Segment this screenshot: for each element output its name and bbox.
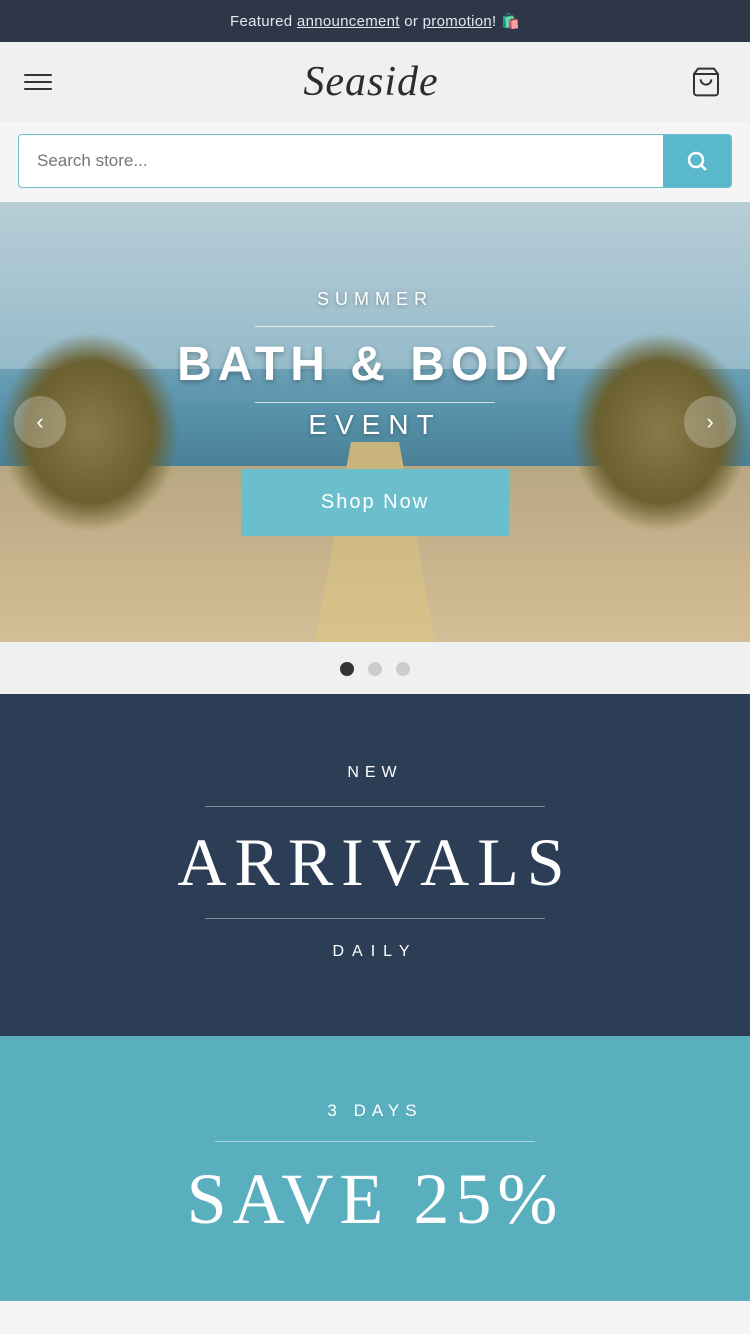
hamburger-line	[24, 81, 52, 83]
carousel-dots	[0, 642, 750, 694]
new-arrivals-title: ARRIVALS	[177, 823, 572, 902]
site-logo[interactable]: Seaside	[303, 58, 438, 106]
new-arrivals-label-bottom: DAILY	[332, 943, 417, 961]
hero-divider-bottom	[255, 402, 495, 403]
carousel-dot-3[interactable]	[396, 662, 410, 676]
announcement-link2[interactable]: promotion	[423, 13, 492, 30]
carousel-dot-2[interactable]	[368, 662, 382, 676]
hero-carousel: SUMMER BATH & BODY EVENT Shop Now ‹ ›	[0, 202, 750, 642]
hero-divider-top	[255, 326, 495, 327]
hero-title2: EVENT	[308, 409, 441, 441]
search-input[interactable]	[19, 135, 663, 187]
arrivals-divider-bottom	[205, 918, 545, 919]
cart-button[interactable]	[686, 62, 726, 102]
cart-icon	[690, 66, 722, 98]
search-button[interactable]	[663, 135, 731, 187]
carousel-dot-1[interactable]	[340, 662, 354, 676]
new-arrivals-label-top: NEW	[347, 764, 402, 782]
arrivals-divider-top	[205, 806, 545, 807]
search-icon	[685, 149, 709, 173]
chevron-right-icon: ›	[706, 409, 713, 435]
save-divider	[215, 1141, 535, 1142]
save-section: 3 DAYS SAVE 25%	[0, 1036, 750, 1301]
save-title: SAVE 25%	[187, 1158, 564, 1241]
hero-title: BATH & BODY	[177, 337, 573, 392]
hero-content: SUMMER BATH & BODY EVENT Shop Now	[0, 202, 750, 642]
menu-button[interactable]	[24, 74, 56, 90]
search-bar	[18, 134, 732, 188]
shop-now-button[interactable]: Shop Now	[241, 469, 509, 536]
save-days-label: 3 DAYS	[327, 1101, 422, 1121]
carousel-prev-button[interactable]: ‹	[14, 396, 66, 448]
announcement-bar: Featured announcement or promotion! 🛍️	[0, 0, 750, 42]
announcement-link1[interactable]: announcement	[297, 13, 400, 30]
hamburger-line	[24, 74, 52, 76]
hero-subtitle: SUMMER	[317, 289, 433, 310]
carousel-next-button[interactable]: ›	[684, 396, 736, 448]
hamburger-line	[24, 88, 52, 90]
header: Seaside	[0, 42, 750, 122]
new-arrivals-section: NEW ARRIVALS DAILY	[0, 694, 750, 1036]
chevron-left-icon: ‹	[36, 409, 43, 435]
announcement-text: Featured announcement or promotion! 🛍️	[230, 13, 520, 30]
